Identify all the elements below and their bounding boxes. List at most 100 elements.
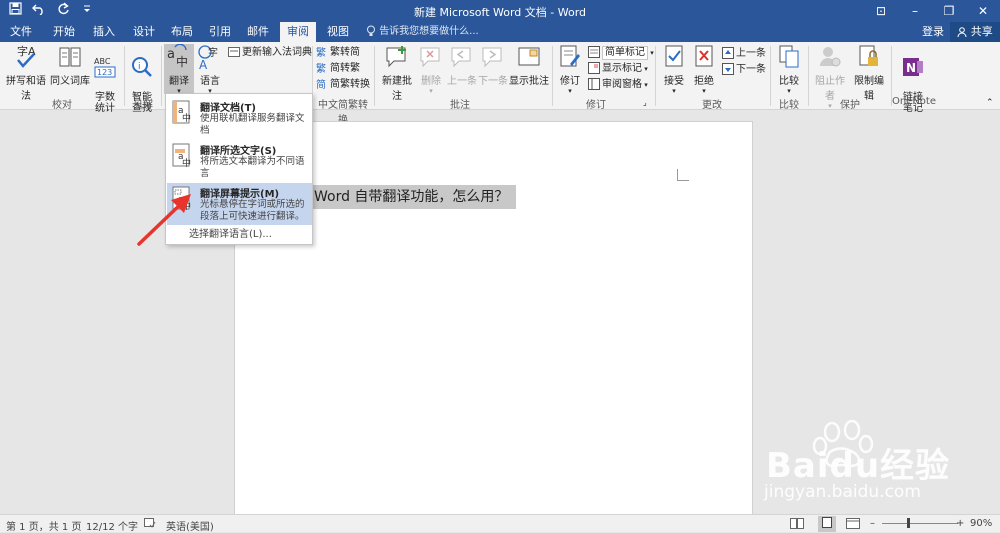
svg-text:a: a	[167, 47, 175, 62]
tab-view[interactable]: 视图	[320, 22, 356, 42]
tab-file[interactable]: 文件	[0, 22, 42, 42]
reject-icon	[695, 45, 713, 67]
thesaurus-button[interactable]: 同义词库	[50, 44, 90, 87]
word-count[interactable]: 12/12 个字	[86, 518, 138, 533]
ribbon-tabs: 文件 开始 插入 设计 布局 引用 邮件 审阅 视图 告诉我您想要做什么... …	[0, 22, 1000, 42]
reviewing-pane-button[interactable]: 审阅窗格 ▾	[588, 77, 648, 92]
status-bar: 第 1 页，共 1 页 12/12 个字 英语(美国) – + 90%	[0, 514, 1000, 533]
previous-comment-icon	[451, 47, 471, 68]
translate-button[interactable]: a中 翻译 ▾	[164, 44, 194, 95]
ribbon-separator	[655, 46, 656, 106]
window-controls: ⊡ – ❐ ✕	[864, 0, 1000, 22]
tab-mailings[interactable]: 邮件	[240, 22, 276, 42]
share-button[interactable]: 共享	[950, 22, 1000, 42]
svg-text:ABC: ABC	[94, 57, 111, 66]
collapse-ribbon-icon[interactable]: ⌃	[986, 96, 994, 111]
print-layout-icon[interactable]	[818, 516, 836, 532]
tab-references[interactable]: 引用	[202, 22, 238, 42]
accept-button[interactable]: 接受 ▾	[660, 44, 688, 95]
menu-item-title: 翻译屏幕提示(M)	[200, 189, 280, 200]
svg-text:i: i	[138, 62, 141, 72]
block-authors-icon	[820, 47, 841, 67]
accept-icon	[665, 45, 683, 67]
svg-text:中: 中	[182, 112, 191, 124]
document-text-selection[interactable]: Word 自带翻译功能，怎么用？	[312, 185, 517, 209]
title-bar: 新建 Microsoft Word 文档 - Word ⊡ – ❐ ✕	[0, 0, 1000, 22]
web-layout-icon[interactable]	[846, 518, 860, 532]
simplified-to-traditional-button[interactable]: 繁简转繁	[316, 61, 360, 76]
person-icon	[957, 25, 971, 38]
menu-item-description: 光标悬停在字词或所选的段落上可快速进行翻译。	[200, 199, 305, 222]
next-change-button[interactable]: 下一条	[722, 62, 766, 77]
zoom-out-icon[interactable]: –	[870, 518, 875, 529]
previous-change-icon	[722, 47, 734, 59]
previous-change-button[interactable]: 上一条	[722, 46, 766, 61]
window-title: 新建 Microsoft Word 文档 - Word	[413, 6, 587, 19]
zoom-slider-track[interactable]	[882, 523, 958, 524]
track-changes-icon	[560, 45, 580, 67]
tab-design[interactable]: 设计	[126, 22, 162, 42]
tell-me-search[interactable]: 告诉我您想要做什么...	[366, 22, 479, 42]
track-changes-button[interactable]: 修订 ▾	[556, 44, 584, 95]
restrict-editing-button[interactable]: 限制编辑	[850, 44, 888, 102]
spelling-icon: 字A	[17, 44, 36, 68]
zoom-in-icon[interactable]: +	[956, 518, 964, 529]
word-count-button[interactable]: ABC 123 字数 统计	[90, 44, 120, 114]
watermark-url: jingyan.baidu.com	[764, 482, 921, 502]
restore-icon[interactable]: ❐	[932, 0, 966, 22]
group-proofing-label: 校对	[52, 100, 72, 111]
svg-text:繁: 繁	[316, 46, 326, 58]
language-status[interactable]: 英语(美国)	[166, 518, 214, 533]
dropdown-arrow-icon: ▾	[702, 87, 706, 95]
next-change-icon	[722, 63, 734, 75]
compare-button[interactable]: 比较 ▾	[774, 44, 804, 95]
translate-selection-icon: a中	[172, 143, 191, 169]
translate-document-icon: a中	[172, 100, 191, 124]
tab-layout[interactable]: 布局	[164, 22, 200, 42]
show-comments-button[interactable]: 显示批注	[509, 44, 549, 87]
menu-item-title: 翻译所选文字(S)	[200, 146, 277, 157]
group-onenote-label: OneNote	[891, 96, 937, 107]
next-comment-button[interactable]: 下一条	[478, 44, 508, 87]
show-markup-button[interactable]: 显示标记 ▾	[588, 61, 648, 76]
tracking-options-launcher-icon[interactable]: ⌟	[643, 95, 647, 110]
menu-item-translate-selection[interactable]: a中 翻译所选文字(S) 将所选文本翻译为不同语言	[167, 140, 312, 182]
traditional-to-simplified-button[interactable]: 繁繁转简	[316, 45, 360, 60]
dropdown-arrow-icon: ▾	[429, 87, 433, 95]
spelling-grammar-button[interactable]: 字A 拼写和语法	[3, 44, 49, 102]
tab-insert[interactable]: 插入	[86, 22, 122, 42]
minimize-icon[interactable]: –	[898, 0, 932, 22]
tab-home[interactable]: 开始	[46, 22, 82, 42]
svg-text:简: 简	[316, 78, 326, 90]
svg-text:123: 123	[97, 68, 112, 77]
update-ime-dictionary-button[interactable]: 更新输入法词典	[228, 45, 312, 60]
sign-in-link[interactable]: 登录	[922, 22, 944, 42]
svg-text:繁: 繁	[316, 62, 326, 74]
chinese-conversion-button[interactable]: 简简繁转换	[316, 77, 370, 92]
zoom-slider-thumb[interactable]	[907, 518, 910, 528]
previous-comment-button[interactable]: 上一条	[447, 44, 477, 87]
book-icon	[59, 47, 81, 67]
group-compare-label: 比较	[779, 100, 799, 111]
delete-comment-button[interactable]: 删除 ▾	[417, 44, 445, 95]
page-count[interactable]: 第 1 页，共 1 页	[6, 518, 81, 533]
zoom-level[interactable]: 90%	[970, 518, 992, 529]
dropdown-arrow-icon: ▾	[672, 87, 676, 95]
menu-item-translate-document[interactable]: a中 翻译文档(T) 使用联机翻译服务翻译文档	[167, 97, 312, 139]
svg-text:N: N	[906, 61, 916, 75]
group-tracking-label: 修订	[586, 100, 606, 111]
proofing-status-icon[interactable]	[144, 518, 156, 532]
svg-text:字: 字	[208, 46, 218, 59]
read-mode-icon[interactable]	[790, 518, 804, 532]
new-comment-button[interactable]: 新建批注	[378, 44, 416, 102]
lock-icon	[859, 45, 878, 66]
close-icon[interactable]: ✕	[966, 0, 1000, 22]
markup-mode-select[interactable]: 简单标记 ▾	[588, 45, 654, 60]
tab-review[interactable]: 审阅	[280, 22, 316, 42]
reject-button[interactable]: 拒绝 ▾	[690, 44, 718, 95]
menu-item-title: 翻译文档(T)	[200, 103, 256, 114]
ribbon-display-icon[interactable]: ⊡	[864, 0, 898, 22]
language-button[interactable]: 字A 语言 ▾	[195, 44, 225, 95]
dropdown-arrow-icon: ▾	[787, 87, 791, 95]
dropdown-arrow-icon: ▾	[642, 65, 648, 73]
